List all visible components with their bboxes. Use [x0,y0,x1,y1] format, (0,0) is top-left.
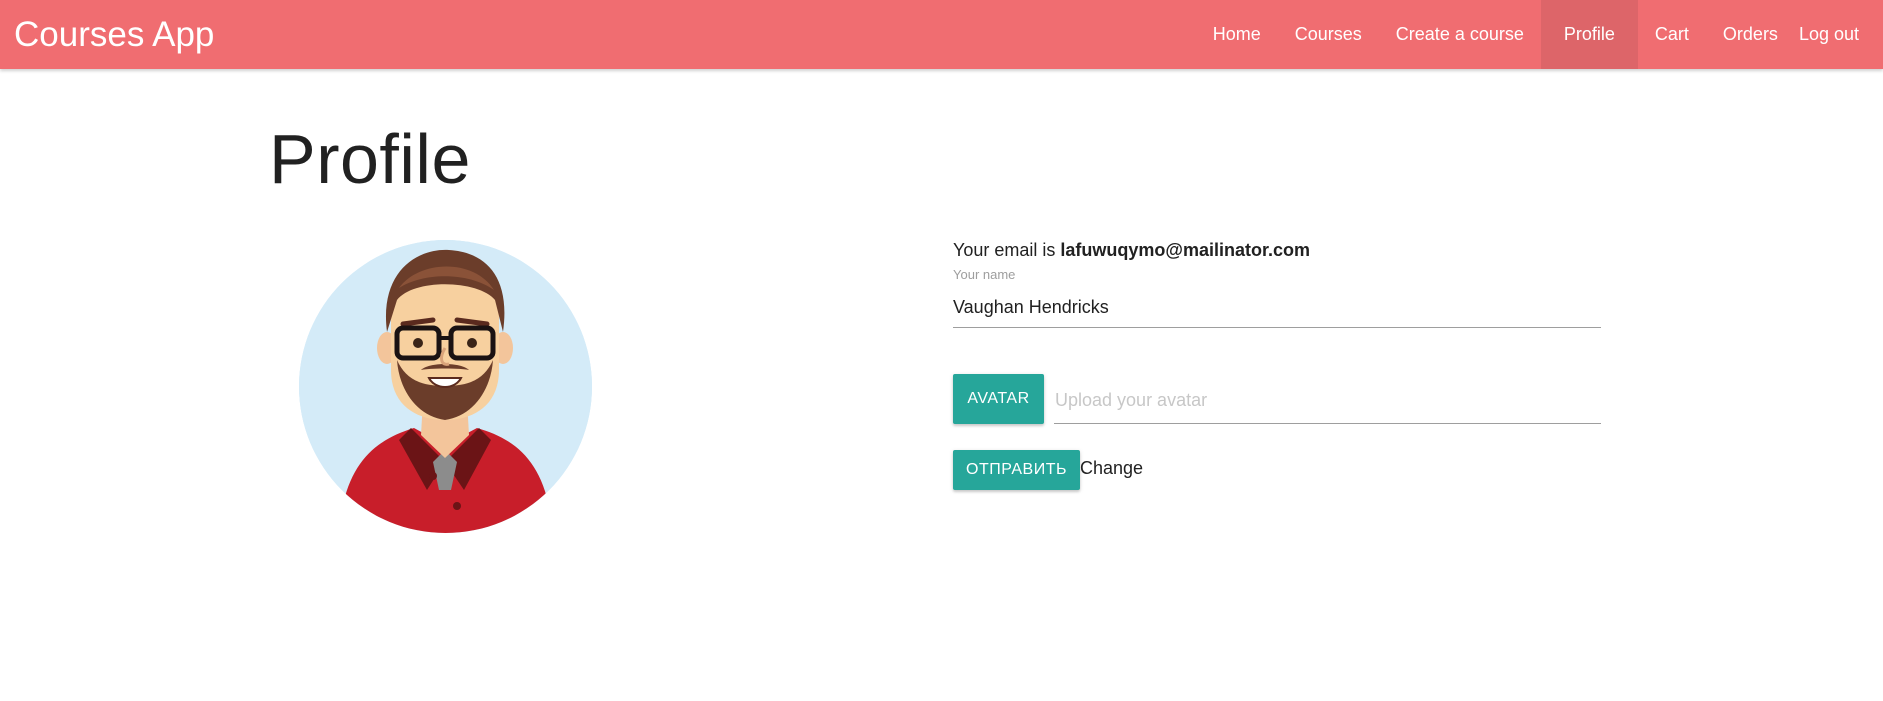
name-label: Your name [953,267,1016,282]
nav-item-cart: Cart [1638,0,1706,69]
nav-link-cart[interactable]: Cart [1638,0,1706,69]
profile-avatar [299,240,592,533]
avatar-upload-button[interactable]: Avatar [953,374,1044,424]
page-title: Profile [269,120,471,198]
nav-link-orders[interactable]: Orders [1706,0,1795,69]
email-prefix: Your email is [953,240,1056,260]
name-field[interactable] [953,288,1601,328]
nav-link-logout[interactable]: Log out [1795,0,1867,69]
submit-button[interactable]: Отправить [953,450,1080,490]
avatar-path-field[interactable] [1054,378,1601,424]
user-email: lafuwuqymo@mailinator.com [1060,240,1310,260]
change-label: Change [1080,458,1144,478]
brand-logo[interactable]: Courses App [14,14,214,56]
avatar-illustration-icon [299,240,592,533]
nav-item-logout: Log out [1795,0,1867,69]
profile-form: Your email is lafuwuqymo@mailinator.com … [953,0,1601,701]
email-info: Your email is lafuwuqymo@mailinator.com [953,239,1310,261]
nav-item-orders: Orders [1706,0,1795,69]
